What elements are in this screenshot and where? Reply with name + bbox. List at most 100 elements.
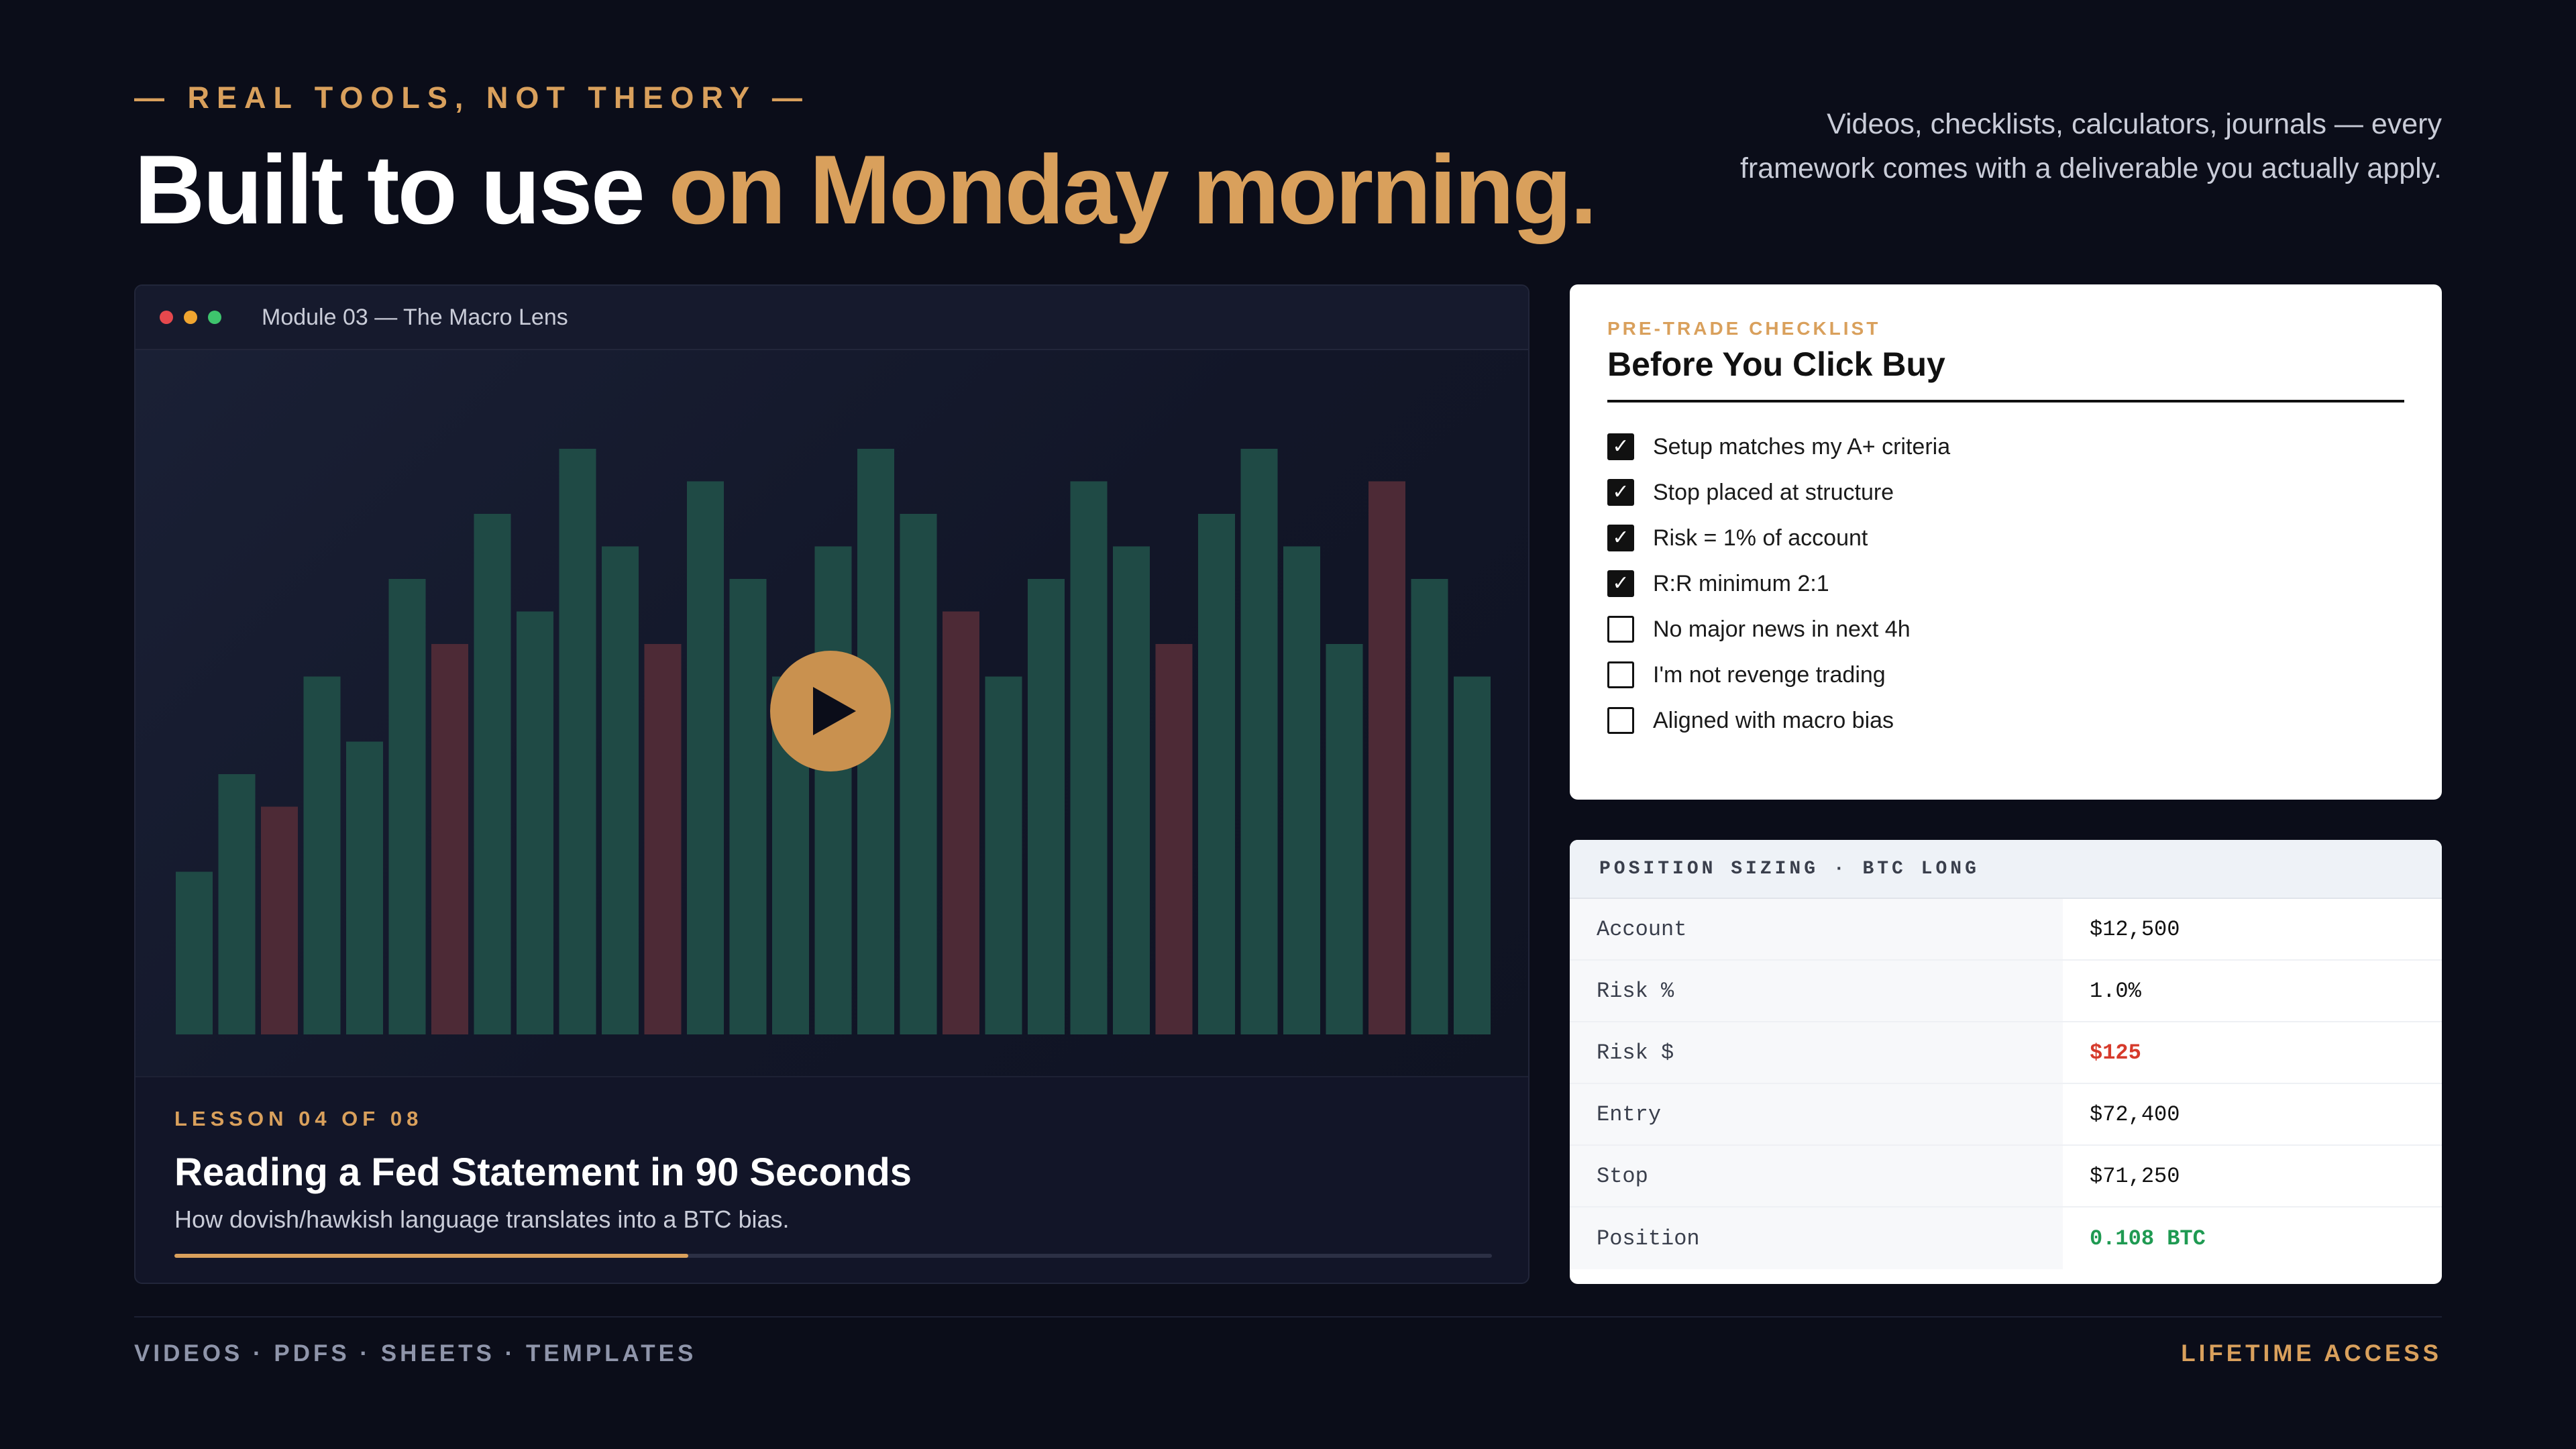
checklist-item-label: Setup matches my A+ criteria [1653, 433, 1951, 460]
checklist-divider [1607, 400, 2404, 402]
checklist-item[interactable]: ✓ Setup matches my A+ criteria [1607, 424, 2404, 470]
checkbox[interactable] [1607, 707, 1634, 734]
checklist-item-label: Stop placed at structure [1653, 479, 1894, 505]
footer-divider [134, 1316, 2442, 1318]
chart-bar [1326, 644, 1363, 1034]
checkmark-icon: ✓ [1612, 435, 1629, 458]
window-close-dot [160, 311, 173, 324]
chart-bar [729, 579, 767, 1034]
video-player[interactable] [136, 350, 1528, 1076]
lesson-title: Reading a Fed Statement in 90 Seconds [174, 1150, 912, 1194]
window-maximize-dot [208, 311, 221, 324]
sizing-label: Position [1570, 1208, 2063, 1269]
checkmark-icon: ✓ [1612, 526, 1629, 549]
checklist-item-label: Risk = 1% of account [1653, 525, 1868, 551]
pre-trade-checklist-card: PRE-TRADE CHECKLIST Before You Click Buy… [1570, 284, 2442, 800]
sizing-row: Risk % 1.0% [1570, 961, 2442, 1022]
checklist-item[interactable]: ✓ Stop placed at structure [1607, 470, 2404, 515]
chart-bar [1368, 481, 1405, 1034]
checklist-item[interactable]: ✓ Risk = 1% of account [1607, 515, 2404, 561]
chart-bar [1198, 514, 1235, 1034]
chart-bar [1454, 676, 1491, 1034]
checkbox[interactable]: ✓ [1607, 479, 1634, 506]
sizing-row: Entry $72,400 [1570, 1084, 2442, 1146]
checklist-item-label: Aligned with macro bias [1653, 707, 1894, 733]
page-headline: Built to use on Monday morning. [134, 133, 1597, 247]
checklist-item[interactable]: ✓ R:R minimum 2:1 [1607, 561, 2404, 606]
checkbox[interactable] [1607, 616, 1634, 643]
chart-bar [303, 676, 341, 1034]
headline-accent: on Monday morning. [668, 135, 1597, 244]
footer-access: LIFETIME ACCESS [2181, 1340, 2442, 1366]
lesson-progress-bar[interactable] [174, 1254, 1492, 1258]
checklist-items: ✓ Setup matches my A+ criteria ✓ Stop pl… [1607, 424, 2404, 743]
sizing-value[interactable]: $72,400 [2063, 1084, 2442, 1144]
chart-bar [1240, 449, 1278, 1034]
chart-bar [388, 579, 426, 1034]
lesson-progress-fill [174, 1254, 688, 1258]
lesson-subtitle: How dovish/hawkish language translates i… [174, 1205, 790, 1233]
chart-bar [1070, 481, 1108, 1034]
checkmark-icon: ✓ [1612, 572, 1629, 595]
chart-bar [644, 644, 682, 1034]
play-button[interactable] [770, 651, 891, 771]
sizing-row: Position 0.108 BTC [1570, 1208, 2442, 1269]
chart-bar [261, 806, 298, 1034]
chart-bar [559, 449, 596, 1034]
checklist-item-label: R:R minimum 2:1 [1653, 570, 1829, 596]
footer-formats: VIDEOS · PDFS · SHEETS · TEMPLATES [134, 1340, 697, 1366]
intro-text: Videos, checklists, calculators, journal… [1739, 108, 2442, 184]
chart-bar [1028, 579, 1065, 1034]
video-lesson-panel: Module 03 — The Macro Lens LESSON 04 OF … [134, 284, 1529, 1284]
chart-bar [985, 676, 1022, 1034]
sizing-row: Risk $ $125 [1570, 1022, 2442, 1084]
video-window-titlebar: Module 03 — The Macro Lens [136, 286, 1528, 350]
chart-bar [943, 611, 979, 1034]
chart-bar [814, 546, 852, 1034]
checklist-title: Before You Click Buy [1607, 345, 1945, 383]
sizing-row: Account $12,500 [1570, 899, 2442, 961]
chart-bar [474, 514, 511, 1034]
checklist-item[interactable]: No major news in next 4h [1607, 606, 2404, 652]
checkbox[interactable] [1607, 661, 1634, 688]
video-window-title: Module 03 — The Macro Lens [262, 304, 568, 330]
headline-main: Built to use [134, 135, 669, 244]
sizing-label: Entry [1570, 1084, 2063, 1144]
checkbox[interactable]: ✓ [1607, 433, 1634, 460]
chart-bar [1113, 546, 1150, 1034]
chart-bar [1283, 546, 1320, 1034]
chart-bar [687, 481, 724, 1034]
section-eyebrow: — REAL TOOLS, NOT THEORY — [134, 80, 810, 115]
sizing-label: Stop [1570, 1146, 2063, 1206]
checkmark-icon: ✓ [1612, 480, 1629, 504]
checkbox[interactable]: ✓ [1607, 570, 1634, 597]
window-minimize-dot [184, 311, 197, 324]
lesson-info: LESSON 04 OF 08 Reading a Fed Statement … [136, 1076, 1528, 1258]
chart-bar [176, 871, 213, 1034]
chart-bar [1411, 579, 1448, 1034]
chart-bar [517, 611, 553, 1034]
sizing-label: Risk $ [1570, 1022, 2063, 1083]
sizing-value[interactable]: 1.0% [2063, 961, 2442, 1021]
play-icon [813, 687, 856, 735]
sizing-value: $125 [2063, 1022, 2442, 1083]
checklist-eyebrow: PRE-TRADE CHECKLIST [1607, 318, 1881, 339]
sizing-value[interactable]: $71,250 [2063, 1146, 2442, 1206]
lesson-number: LESSON 04 OF 08 [174, 1107, 423, 1130]
chart-bar [900, 514, 937, 1034]
page: — REAL TOOLS, NOT THEORY — Built to use … [0, 0, 2576, 1449]
sizing-value[interactable]: $12,500 [2063, 899, 2442, 959]
checklist-item[interactable]: I'm not revenge trading [1607, 652, 2404, 698]
checklist-item-label: I'm not revenge trading [1653, 661, 1886, 688]
checkbox[interactable]: ✓ [1607, 525, 1634, 551]
sizing-label: Account [1570, 899, 2063, 959]
chart-bar [602, 546, 639, 1034]
checklist-item[interactable]: Aligned with macro bias [1607, 698, 2404, 743]
chart-bar [346, 741, 383, 1034]
chart-bar [1155, 644, 1193, 1034]
chart-bar [218, 774, 256, 1034]
sizing-row: Stop $71,250 [1570, 1146, 2442, 1208]
sizing-label: Risk % [1570, 961, 2063, 1021]
position-sizing-title: POSITION SIZING · BTC LONG [1570, 840, 2442, 899]
checklist-item-label: No major news in next 4h [1653, 616, 1911, 642]
